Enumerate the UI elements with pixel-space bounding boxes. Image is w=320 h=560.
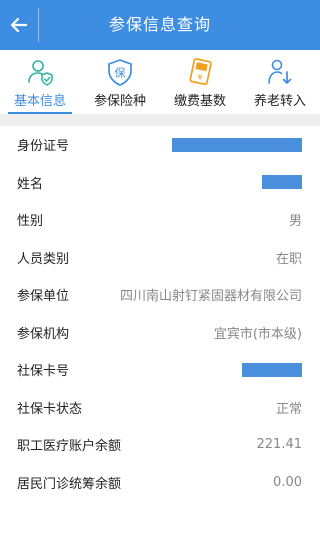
row-label: 参保单位: [17, 289, 70, 305]
person-transfer-icon: [268, 59, 292, 84]
info-row-gender: 性别 男: [0, 201, 320, 239]
row-label: 人员类别: [17, 251, 70, 267]
info-row-id-number: 身份证号: [0, 126, 320, 164]
tab-label: 缴费基数: [173, 94, 226, 109]
info-row-medical-balance: 职工医疗账户余额 221.41: [0, 426, 320, 464]
section-separator: [0, 114, 320, 126]
row-label: 身份证号: [17, 139, 70, 155]
info-row-card-status: 社保卡状态 正常: [0, 389, 320, 427]
tab-label: 养老转入: [253, 94, 306, 109]
row-value: 在职: [275, 251, 302, 267]
row-value: 四川南山射钉紧固器材有限公司: [119, 289, 302, 305]
row-label: 姓名: [17, 176, 44, 192]
page-title: 参保信息查询: [108, 15, 211, 34]
tab-pension-transfer[interactable]: 养老转入: [240, 50, 320, 114]
redacted-value: [172, 137, 302, 152]
info-row-personnel-type: 人员类别 在职: [0, 239, 320, 277]
tab-label: 基本信息: [13, 94, 66, 109]
info-row-employer: 参保单位 四川南山射钉紧固器材有限公司: [0, 276, 320, 314]
insurance-shield-icon: 保: [108, 59, 132, 86]
info-row-agency: 参保机构 宜宾市(市本级): [0, 314, 320, 352]
row-value: 0.00: [273, 474, 302, 490]
info-list: 身份证号 姓名 性别 男 人员类别 在职 参保单位 四川南山射钉紧固器材有限公司…: [0, 126, 320, 501]
svg-text:保: 保: [115, 66, 126, 80]
tab-bar: 基本信息 保 参保险种 ¥ 缴费基数 养老转入: [0, 50, 320, 114]
row-label: 参保机构: [17, 326, 70, 342]
row-value: 宜宾市(市本级): [213, 326, 302, 342]
tab-label: 参保险种: [93, 94, 146, 109]
info-row-outpatient-balance: 居民门诊统筹余额 0.00: [0, 464, 320, 502]
row-label: 社保卡号: [17, 364, 70, 380]
row-value: 男: [288, 214, 302, 230]
row-value: 221.41: [256, 437, 303, 453]
row-label: 性别: [17, 214, 44, 230]
tab-basic-info[interactable]: 基本信息: [0, 50, 80, 114]
tab-payment-base[interactable]: ¥ 缴费基数: [160, 50, 240, 114]
info-row-name: 姓名: [0, 164, 320, 202]
row-label: 居民门诊统筹余额: [17, 476, 122, 492]
user-shield-icon: [28, 60, 53, 86]
row-label: 职工医疗账户余额: [17, 439, 122, 455]
row-label: 社保卡状态: [17, 401, 83, 417]
svg-text:¥: ¥: [197, 73, 202, 82]
redacted-value: [262, 175, 302, 190]
tab-insurance-types[interactable]: 保 参保险种: [80, 50, 160, 114]
info-row-card-number: 社保卡号: [0, 351, 320, 389]
app-header: 参保信息查询: [0, 0, 320, 50]
redacted-value: [242, 362, 302, 377]
row-value: 正常: [275, 401, 302, 417]
payment-card-icon: ¥: [189, 58, 212, 86]
